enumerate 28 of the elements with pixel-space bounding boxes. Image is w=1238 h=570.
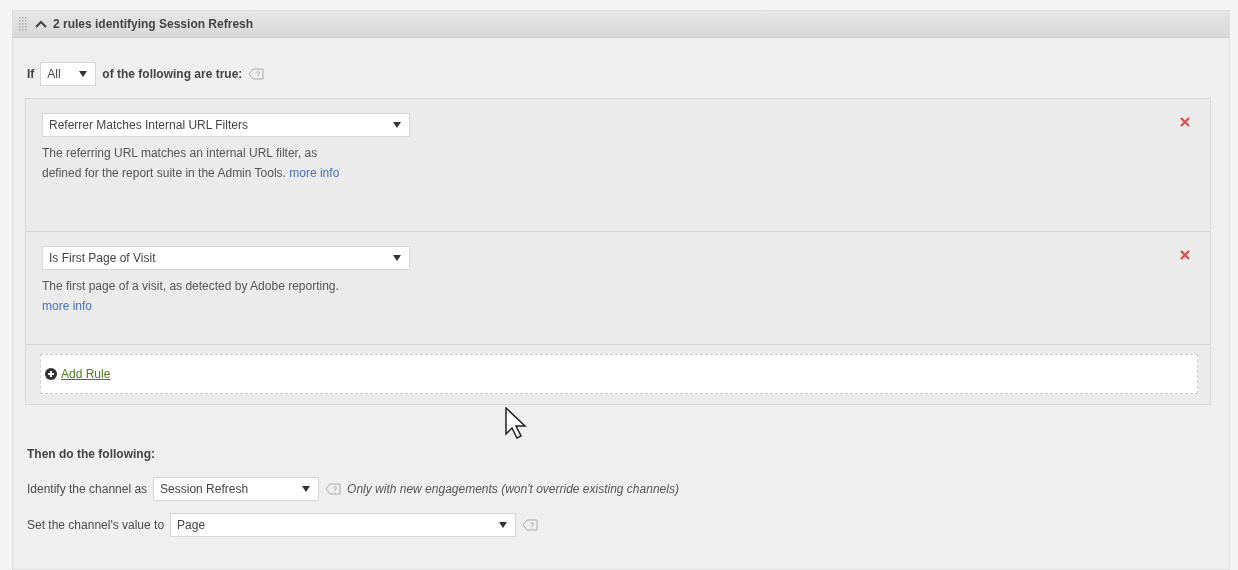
channel-dropdown[interactable]: Session Refresh [153, 477, 320, 501]
caret-icon [499, 522, 508, 528]
section-title: 2 rules identifying Session Refresh [53, 17, 254, 31]
remove-icon[interactable] [1180, 250, 1190, 260]
caret-icon [79, 71, 88, 77]
rule-description: The first page of a visit, as detected by Adobe reporting. more info [42, 278, 340, 315]
more-info-link[interactable]: more info [289, 166, 340, 180]
caret-icon [393, 122, 401, 128]
caret-icon [393, 255, 401, 261]
rule-type-dropdown[interactable]: Is First Page of Visit [42, 246, 410, 270]
drag-handle-icon[interactable] [19, 17, 29, 31]
add-icon[interactable] [45, 368, 57, 380]
action-label: Set the channel's value to [27, 518, 165, 532]
chevron-icon[interactable] [35, 20, 47, 28]
condition-suffix: of the following are true: [102, 67, 243, 81]
match-dropdown[interactable]: All [40, 62, 97, 86]
more-info-link[interactable]: more info [42, 299, 93, 313]
remove-icon[interactable] [1180, 117, 1190, 127]
actions-heading: Then do the following: [27, 447, 156, 461]
condition-prefix: If [27, 67, 35, 81]
rule-type-dropdown[interactable]: Referrer Matches Internal URL Filters [42, 113, 410, 137]
pointer-icon [505, 407, 527, 439]
action-note: Only with new engagements (won't override existing channels) [347, 482, 679, 496]
caret-icon [302, 486, 311, 492]
add-rule-link[interactable]: Add Rule [61, 367, 111, 381]
channel-dropdown[interactable]: Page [170, 513, 517, 537]
action-label: Identify the channel as [27, 482, 148, 496]
rule-description: The referring URL matches an internal URL filter, as defined for the report suite in the Admin Tools. more info [42, 145, 341, 182]
